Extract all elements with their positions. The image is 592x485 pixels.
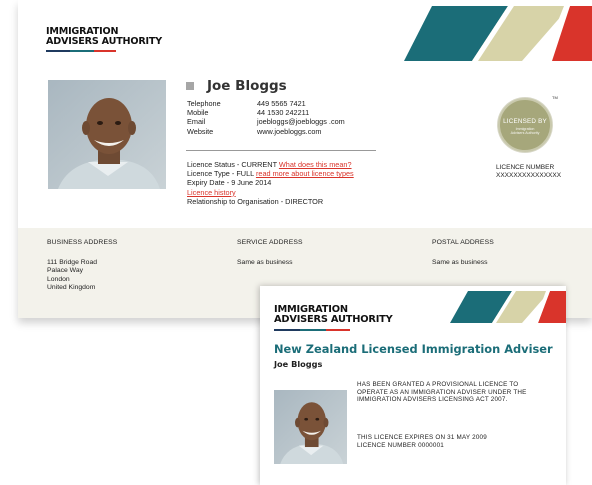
logo-color-bars [46, 50, 162, 53]
licence-type-row: Licence Type - FULL read more about lice… [187, 169, 354, 178]
address-line: Same as business [432, 258, 488, 266]
licence-details: Licence Status - CURRENT What does this … [187, 160, 354, 206]
licence-history-link[interactable]: Licence history [187, 188, 236, 197]
trademark-mark: TM [552, 95, 558, 100]
divider [186, 150, 376, 151]
licence-number-line: LICENCE NUMBER 0000001 [357, 441, 444, 449]
contact-label: Email [187, 117, 206, 127]
address-line: Same as business [237, 258, 293, 266]
postal-address: POSTAL ADDRESS Same as business [432, 239, 494, 267]
logo-color-bars [274, 328, 393, 331]
licence-types-link[interactable]: read more about licence types [256, 169, 354, 178]
licence-number-value: XXXXXXXXXXXXXXX [496, 172, 562, 179]
certificate-title: New Zealand Licensed Immigration Adviser [274, 342, 553, 356]
licence-status-text: Licence Status - CURRENT [187, 160, 279, 169]
iaa-logo: IMMIGRATION ADVISERS AUTHORITY [46, 26, 162, 53]
address-line: United Kingdom [47, 284, 96, 292]
email-value[interactable]: joebloggs@joebloggs .com [257, 117, 345, 126]
business-address: BUSINESS ADDRESS 111 Bridge Road Palace … [47, 239, 117, 293]
certificate-photo [274, 390, 347, 464]
certificate-expiry-text: THIS LICENCE EXPIRES ON 31 MAY 2009 LICE… [357, 434, 487, 449]
certificate-grant-text: HAS BEEN GRANTED A PROVISIONAL LICENCE T… [357, 381, 527, 404]
licence-number-label: LICENCE NUMBER [496, 164, 555, 171]
adviser-name: Joe Bloggs [207, 78, 287, 94]
grant-line: IMMIGRATION ADVISERS LICENSING ACT 2007. [357, 396, 508, 404]
telephone-value: 449 5565 7421 [257, 99, 306, 108]
contact-row-mobile: Mobile 44 1530 242211 [187, 108, 345, 117]
licence-certificate: IMMIGRATION ADVISERS AUTHORITY New Zeala… [260, 286, 566, 485]
badge-line-3: Advisers Authority [510, 131, 540, 136]
logo-line-2: ADVISERS AUTHORITY [274, 314, 393, 326]
what-does-this-mean-link[interactable]: What does this mean? [279, 160, 352, 169]
contact-label: Telephone [187, 99, 221, 108]
grant-line: OPERATE AS AN IMMIGRATION ADVISER UNDER … [357, 388, 527, 396]
address-heading: BUSINESS ADDRESS [47, 239, 118, 246]
mobile-value: 44 1530 242211 [257, 108, 310, 118]
contact-row-email: Email joebloggs@joebloggs .com [187, 117, 345, 126]
licence-status-row: Licence Status - CURRENT What does this … [187, 160, 354, 169]
expiry-line: THIS LICENCE EXPIRES ON 31 MAY 2009 [357, 434, 487, 441]
adviser-photo [48, 80, 166, 189]
contact-details: Telephone 449 5565 7421 Mobile 44 1530 2… [187, 99, 345, 136]
address-line: 111 Bridge Road [47, 258, 98, 266]
address-line: Palace Way [47, 267, 84, 275]
address-line: London [47, 275, 70, 283]
address-heading: POSTAL ADDRESS [432, 239, 494, 246]
contact-row-telephone: Telephone 449 5565 7421 [187, 99, 345, 108]
licence-type-text: Licence Type - FULL [187, 169, 256, 179]
certificate-parallelograms-graphic [450, 291, 566, 323]
licensed-by-badge: LICENSED BY Immigration Advisers Authori… [498, 98, 552, 152]
service-address: SERVICE ADDRESS Same as business [237, 239, 303, 267]
certificate-holder-name: Joe Bloggs [274, 359, 323, 369]
address-heading: SERVICE ADDRESS [237, 239, 303, 246]
grant-line: HAS BEEN GRANTED A PROVISIONAL LICENCE T… [357, 381, 519, 388]
certificate-logo: IMMIGRATION ADVISERS AUTHORITY [274, 304, 393, 331]
contact-label: Mobile [187, 108, 209, 118]
logo-line-2: ADVISERS AUTHORITY [46, 36, 162, 48]
brand-parallelograms-graphic [404, 6, 592, 61]
contact-label: Website [187, 126, 214, 136]
contact-row-website: Website www.joebloggs.com [187, 127, 345, 136]
relationship: Relationship to Organisation - DIRECTOR [187, 196, 324, 206]
website-value[interactable]: www.joebloggs.com [257, 127, 322, 136]
badge-line-1: LICENSED BY [503, 118, 547, 125]
licence-number-block: LICENCE NUMBER XXXXXXXXXXXXXXX [496, 164, 561, 180]
expiry-date: Expiry Date - 9 June 2014 [187, 178, 272, 188]
bullet-square-icon [186, 82, 194, 90]
adviser-name-row: Joe Bloggs [186, 78, 287, 94]
